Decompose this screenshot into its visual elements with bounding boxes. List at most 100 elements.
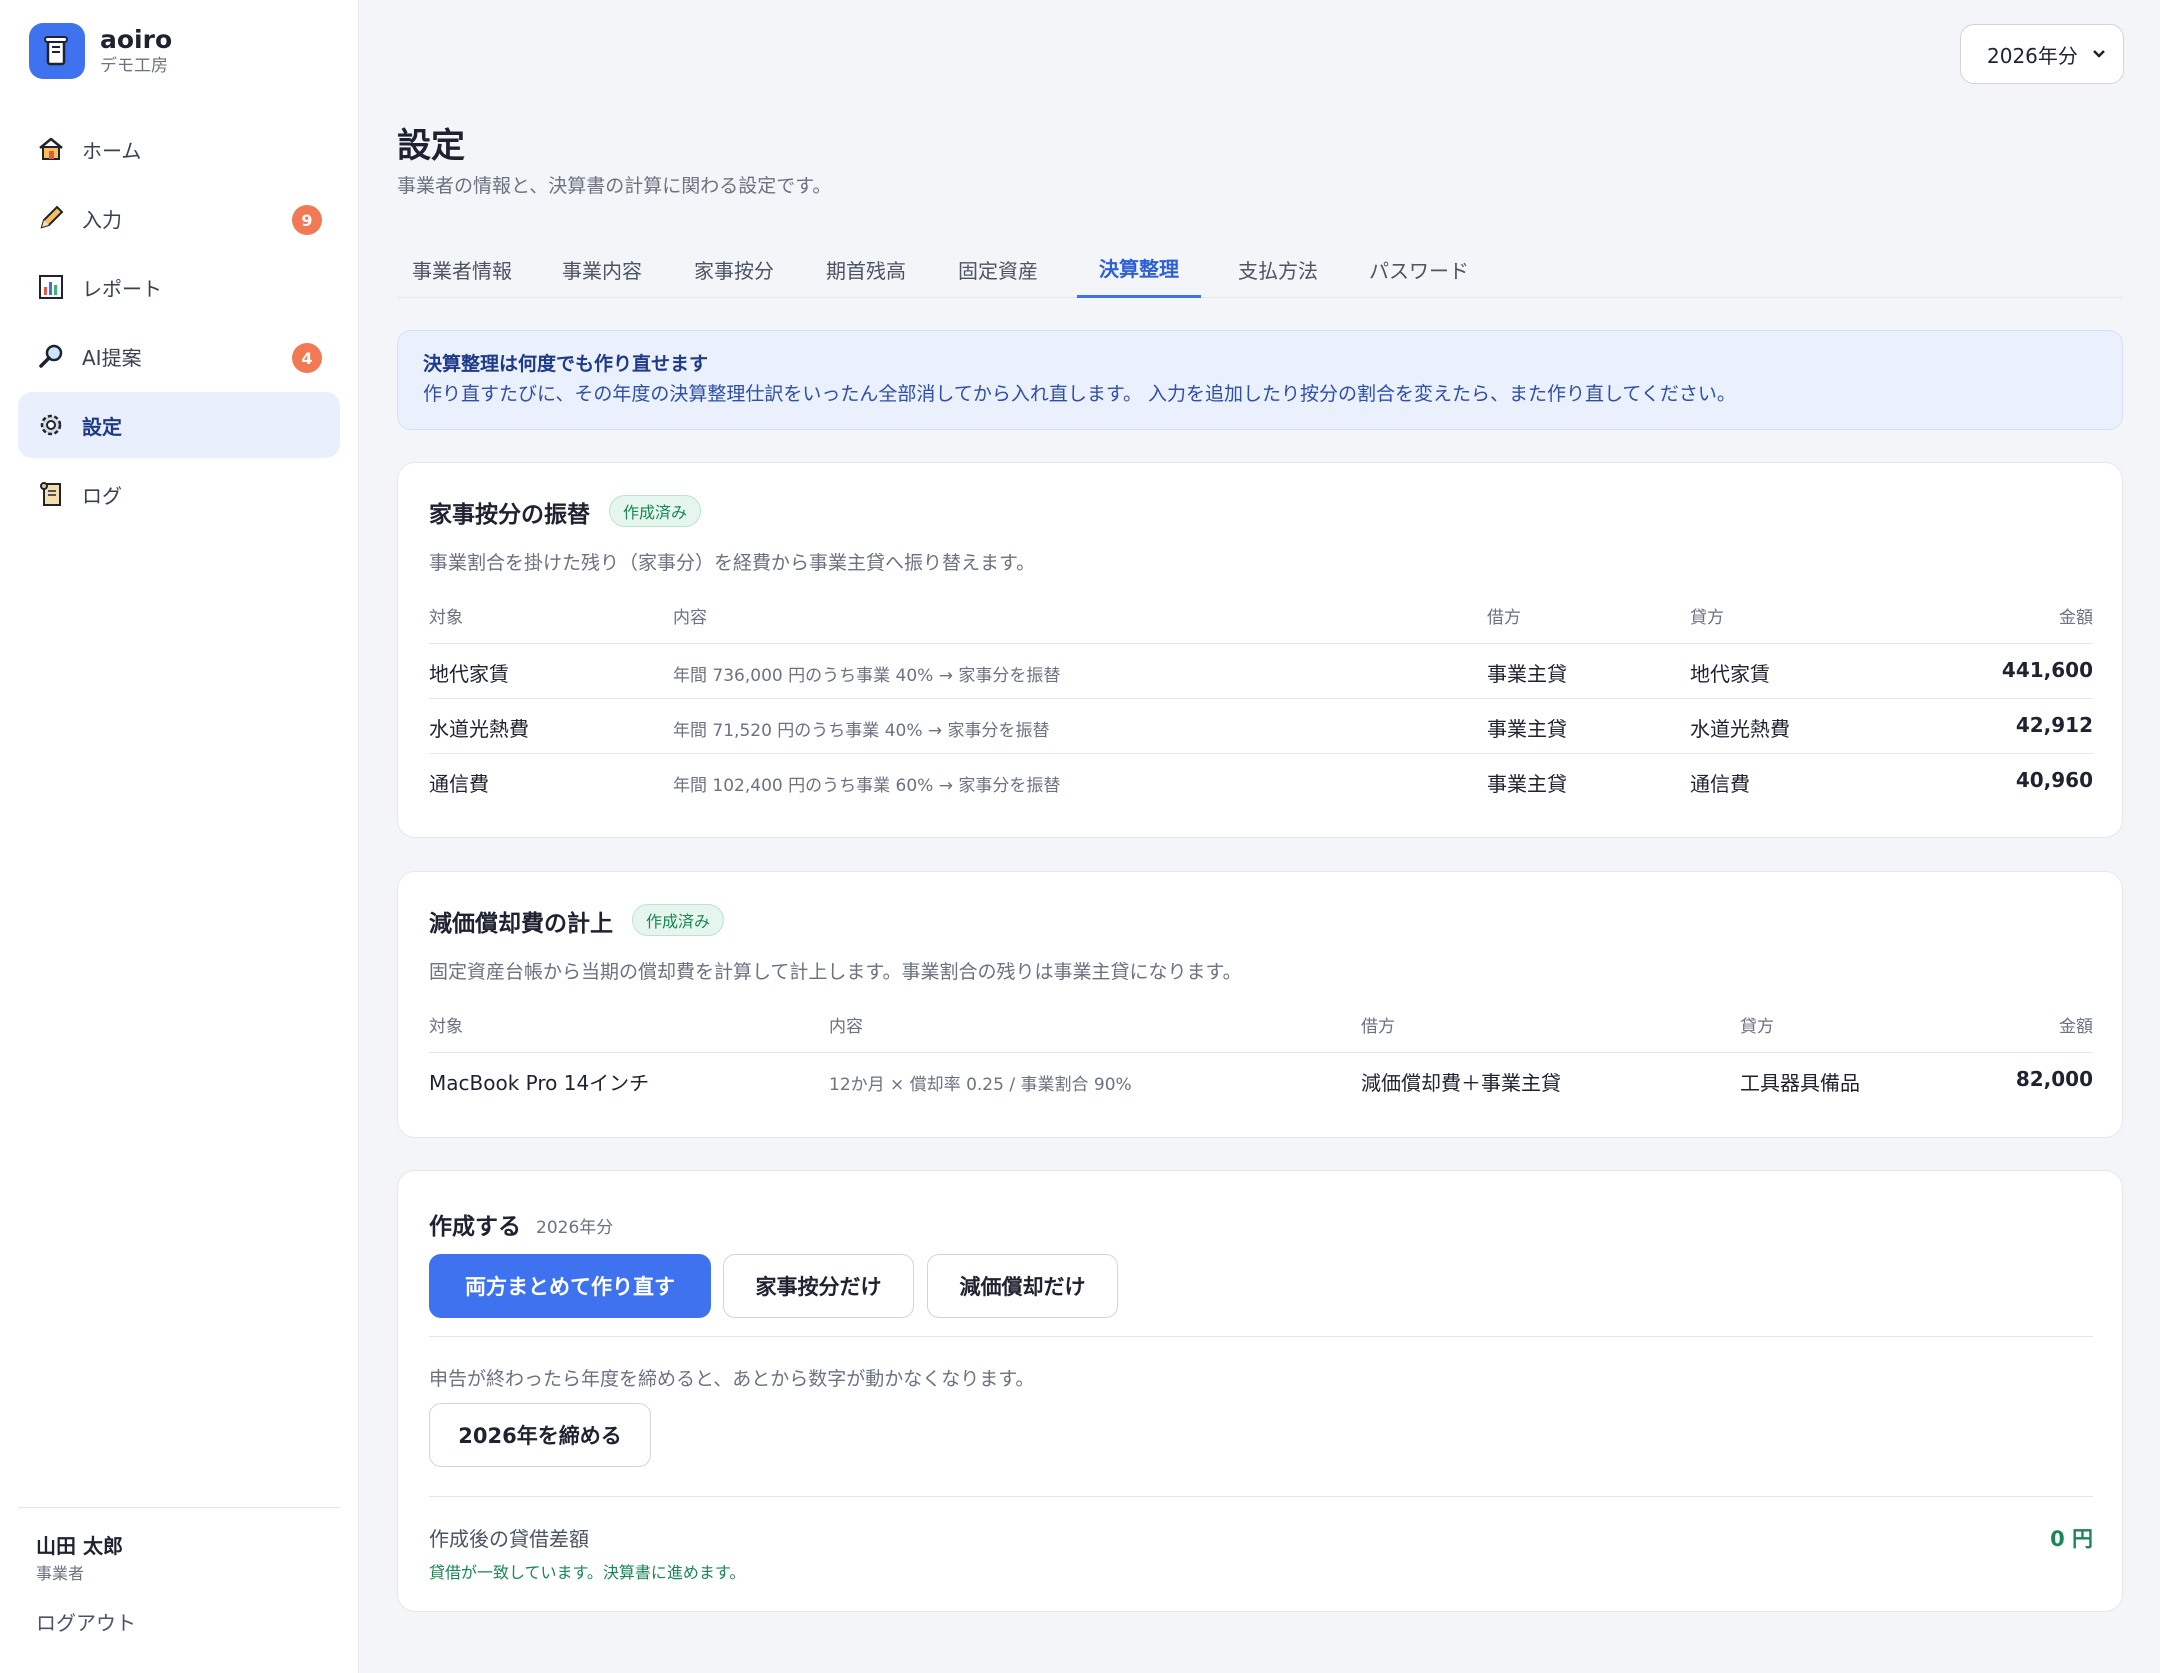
depreciation-table: 対象 内容 借方 貸方 金額 MacBook Pro 14インチ 12か月 × … <box>429 1012 2093 1102</box>
column-header-credit: 貸方 <box>1740 1017 1774 1037</box>
chart-icon <box>36 272 66 302</box>
row-content: 12か月 × 償却率 0.25 / 事業割合 90% <box>829 1075 1132 1095</box>
tab-closing-adjustments[interactable]: 決算整理 <box>1077 240 1201 298</box>
info-banner: 決算整理は何度でも作り直せます 作り直すたびに、その年度の決算整理仕訳をいったん… <box>397 330 2123 430</box>
magnifier-icon <box>36 341 66 371</box>
input-count-badge: 9 <box>292 205 322 235</box>
page-subtitle: 事業者の情報と、決算書の計算に関わる設定です。 <box>397 175 832 197</box>
sidebar-item-log[interactable]: ログ <box>18 461 340 527</box>
table-divider <box>429 643 2093 644</box>
page-title: 設定 <box>397 126 465 166</box>
chevron-down-icon <box>2091 43 2107 70</box>
table-divider <box>429 698 2093 699</box>
info-title: 決算整理は何度でも作り直せます <box>423 353 709 375</box>
row-content: 年間 71,520 円のうち事業 40% → 家事分を振替 <box>673 721 1050 741</box>
ai-count-badge: 4 <box>292 343 322 373</box>
user-role: 事業者 <box>36 1564 85 1583</box>
year-select-value: 2026年分 <box>1987 43 2078 68</box>
sidebar: aoiro デモ工房 ホーム 入力 9 レポート AI提案 4 設定 ログ 山田… <box>0 0 359 1673</box>
row-amount: 42,912 <box>2015 713 2093 737</box>
household-only-button[interactable]: 家事按分だけ <box>723 1254 914 1318</box>
scroll-icon <box>36 479 66 509</box>
sidebar-item-ai[interactable]: AI提案 4 <box>18 323 340 389</box>
create-card: 作成する 2026年分 両方まとめて作り直す 家事按分だけ 減価償却だけ 申告が… <box>397 1170 2123 1612</box>
row-debit: 事業主貸 <box>1487 772 1567 796</box>
create-year: 2026年分 <box>536 1218 614 1238</box>
tab-password[interactable]: パスワード <box>1354 240 1484 298</box>
household-table: 対象 内容 借方 貸方 金額 地代家賃 年間 736,000 円のうち事業 40… <box>429 603 2093 803</box>
tab-business-info[interactable]: 事業者情報 <box>397 240 527 298</box>
row-credit: 通信費 <box>1690 772 1750 796</box>
user-name: 山田 太郎 <box>36 1534 123 1558</box>
row-debit: 減価償却費＋事業主貸 <box>1361 1071 1561 1095</box>
sidebar-item-label: 入力 <box>82 207 122 232</box>
section-divider <box>429 1496 2093 1497</box>
row-debit: 事業主貸 <box>1487 662 1567 686</box>
column-header-target: 対象 <box>429 1017 463 1037</box>
home-icon <box>36 134 66 164</box>
status-badge: 作成済み <box>609 495 702 527</box>
settings-tabs: 事業者情報 事業内容 家事按分 期首残高 固定資産 決算整理 支払方法 パスワー… <box>397 240 2123 298</box>
tab-fixed-assets[interactable]: 固定資産 <box>943 240 1053 298</box>
info-body: 作り直すたびに、その年度の決算整理仕訳をいったん全部消してから入れ直します。 入… <box>423 383 1736 405</box>
row-debit: 事業主貸 <box>1487 717 1567 741</box>
table-divider <box>429 753 2093 754</box>
row-target: MacBook Pro 14インチ <box>429 1071 650 1095</box>
logout-link[interactable]: ログアウト <box>36 1607 136 1636</box>
sidebar-divider <box>18 1507 340 1508</box>
column-header-content: 内容 <box>829 1017 863 1037</box>
card-title: 減価償却費の計上 <box>429 911 613 937</box>
card-title: 家事按分の振替 <box>429 502 590 528</box>
year-select[interactable]: 2026年分 <box>1960 24 2124 84</box>
card-description: 事業割合を掛けた残り（家事分）を経費から事業主貸へ振り替えます。 <box>429 552 1036 574</box>
sidebar-item-label: 設定 <box>82 414 122 439</box>
section-divider <box>429 1336 2093 1337</box>
row-target: 地代家賃 <box>429 662 509 686</box>
row-credit: 工具器具備品 <box>1740 1071 1860 1095</box>
row-content: 年間 102,400 円のうち事業 60% → 家事分を振替 <box>673 776 1061 796</box>
rebuild-both-button[interactable]: 両方まとめて作り直す <box>429 1254 711 1318</box>
tab-opening-balance[interactable]: 期首残高 <box>811 240 921 298</box>
status-badge: 作成済み <box>632 904 725 936</box>
depreciation-only-button[interactable]: 減価償却だけ <box>927 1254 1118 1318</box>
balance-diff-note: 貸借が一致しています。決算書に進めます。 <box>429 1563 746 1582</box>
app-logo-icon <box>29 23 85 79</box>
sidebar-item-home[interactable]: ホーム <box>18 116 340 182</box>
column-header-credit: 貸方 <box>1690 608 1724 628</box>
pencil-icon <box>36 203 66 233</box>
household-transfer-card: 家事按分の振替 作成済み 事業割合を掛けた残り（家事分）を経費から事業主貸へ振り… <box>397 462 2123 838</box>
close-note: 申告が終わったら年度を締めると、あとから数字が動かなくなります。 <box>429 1368 1035 1390</box>
close-year-button[interactable]: 2026年を締める <box>429 1403 651 1467</box>
brand[interactable]: aoiro デモ工房 <box>29 23 172 79</box>
tab-business-content[interactable]: 事業内容 <box>547 240 657 298</box>
sidebar-item-label: ホーム <box>82 138 142 163</box>
column-header-content: 内容 <box>673 608 707 628</box>
row-amount: 82,000 <box>2015 1067 2093 1091</box>
brand-name: aoiro <box>100 25 173 54</box>
brand-subtitle: デモ工房 <box>100 56 168 76</box>
column-header-target: 対象 <box>429 608 463 628</box>
sidebar-item-label: ログ <box>82 483 122 508</box>
depreciation-card: 減価償却費の計上 作成済み 固定資産台帳から当期の償却費を計算して計上します。事… <box>397 871 2123 1138</box>
row-content: 年間 736,000 円のうち事業 40% → 家事分を振替 <box>673 666 1061 686</box>
row-credit: 地代家賃 <box>1690 662 1770 686</box>
sidebar-item-label: AI提案 <box>82 345 142 370</box>
balance-diff-value: 0 円 <box>2050 1527 2093 1551</box>
sidebar-item-settings[interactable]: 設定 <box>18 392 340 458</box>
row-amount: 441,600 <box>2001 658 2093 682</box>
column-header-amount: 金額 <box>2059 1017 2093 1037</box>
sidebar-item-input[interactable]: 入力 9 <box>18 185 340 251</box>
gear-icon <box>36 410 66 440</box>
tab-payment-methods[interactable]: 支払方法 <box>1223 240 1333 298</box>
table-divider <box>429 1052 2093 1053</box>
sidebar-item-report[interactable]: レポート <box>18 254 340 320</box>
column-header-amount: 金額 <box>2059 608 2093 628</box>
row-amount: 40,960 <box>2015 768 2093 792</box>
sidebar-item-label: レポート <box>82 276 162 301</box>
column-header-debit: 借方 <box>1487 608 1521 628</box>
balance-diff-label: 作成後の貸借差額 <box>429 1527 589 1551</box>
row-target: 水道光熱費 <box>429 717 529 741</box>
tab-household-allocation[interactable]: 家事按分 <box>679 240 789 298</box>
column-header-debit: 借方 <box>1361 1017 1395 1037</box>
row-target: 通信費 <box>429 772 489 796</box>
